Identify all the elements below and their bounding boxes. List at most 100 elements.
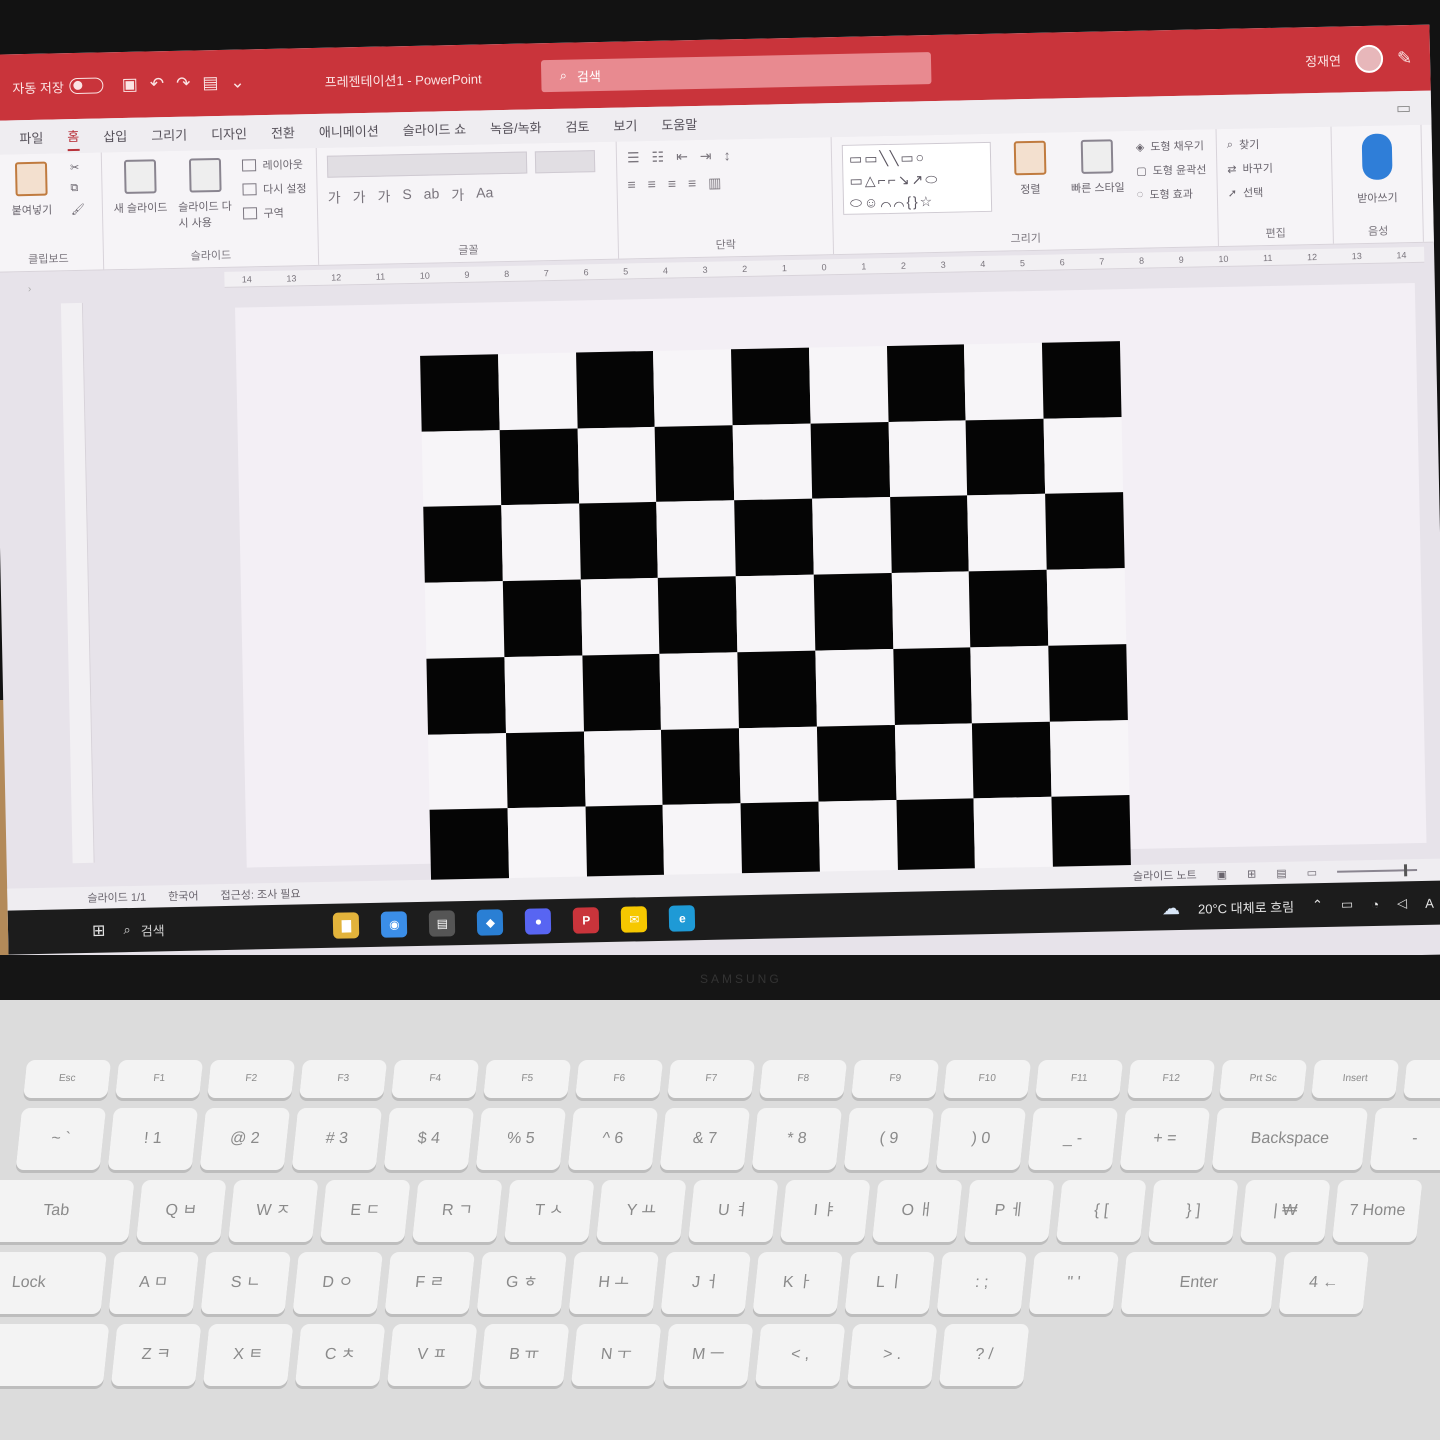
key[interactable]: O ㅐ	[872, 1180, 963, 1242]
board-square-dark[interactable]	[972, 721, 1052, 799]
key[interactable]: J ㅓ	[660, 1252, 751, 1314]
slideshow-view-icon[interactable]: ▭	[1307, 866, 1318, 879]
tab-2[interactable]: 삽입	[103, 121, 127, 148]
shape-fill-button[interactable]: ◈ 도형 채우기	[1136, 137, 1206, 154]
board-square-light[interactable]	[812, 497, 892, 575]
board-square-light[interactable]	[428, 732, 508, 811]
board-square-light[interactable]	[735, 574, 816, 653]
slideshow-icon[interactable]: ▤	[202, 73, 218, 93]
key[interactable]: " '	[1028, 1252, 1119, 1314]
key[interactable]: @ 2	[199, 1108, 291, 1170]
key[interactable]: _ -	[1027, 1108, 1119, 1170]
board-square-dark[interactable]	[661, 727, 741, 806]
key[interactable]: ( 9	[843, 1108, 935, 1170]
board-square-light[interactable]	[818, 800, 898, 878]
thumbnail-pane-collapsed[interactable]: ›	[14, 284, 47, 415]
key[interactable]: G ㅎ	[476, 1252, 567, 1314]
key[interactable]: & 7	[659, 1108, 751, 1170]
key[interactable]: Lock	[0, 1252, 107, 1314]
align-center-icon[interactable]: ≡	[648, 176, 657, 193]
board-square-dark[interactable]	[892, 647, 973, 725]
key[interactable]: I ㅑ	[780, 1180, 871, 1242]
find-button[interactable]: ⌕ 찾기	[1227, 136, 1273, 153]
key[interactable]: N ㅜ	[570, 1324, 662, 1386]
volume-icon[interactable]: ◁	[1397, 895, 1407, 911]
board-square-light[interactable]	[656, 500, 736, 579]
key[interactable]: Prt Sc	[1219, 1060, 1308, 1098]
board-square-light[interactable]	[421, 429, 502, 508]
board-square-dark[interactable]	[969, 569, 1049, 648]
key[interactable]: S ㄴ	[200, 1252, 291, 1314]
board-square-light[interactable]	[1050, 719, 1130, 797]
font-tool-6[interactable]: Aa	[476, 184, 494, 204]
board-square-dark[interactable]	[423, 505, 503, 583]
key[interactable]: H ㅗ	[568, 1252, 659, 1314]
board-square-light[interactable]	[424, 581, 505, 659]
board-square-light[interactable]	[732, 423, 813, 501]
board-square-dark[interactable]	[886, 344, 966, 422]
shape-outline-button[interactable]: ▢ 도형 윤곽선	[1136, 161, 1206, 178]
board-square-dark[interactable]	[1042, 341, 1122, 419]
board-square-light[interactable]	[1043, 416, 1124, 495]
board-square-dark[interactable]	[1051, 795, 1132, 873]
checkerboard[interactable]	[420, 341, 1132, 886]
board-square-dark[interactable]	[581, 653, 662, 732]
key[interactable]: F12	[1127, 1060, 1216, 1098]
font-tool-2[interactable]: 가	[377, 186, 390, 206]
key[interactable]: ) 0	[935, 1108, 1027, 1170]
comments-icon[interactable]: ▭	[1396, 98, 1412, 118]
save-icon[interactable]: ▣	[122, 75, 138, 95]
board-square-dark[interactable]	[654, 424, 735, 503]
key[interactable]: -	[1369, 1108, 1440, 1170]
customize-qat-icon[interactable]: ⌄	[230, 72, 245, 92]
file-explorer-icon[interactable]: ▇	[333, 912, 360, 939]
align-left-icon[interactable]: ≡	[627, 176, 636, 193]
key[interactable]: E ㄷ	[320, 1180, 411, 1242]
key[interactable]: F4	[391, 1060, 480, 1098]
copy-icon[interactable]: ⧉	[70, 182, 84, 195]
microphone-icon[interactable]	[1361, 133, 1393, 181]
board-square-dark[interactable]	[813, 573, 893, 651]
key[interactable]: | ₩	[1240, 1180, 1331, 1242]
key[interactable]: X ㅌ	[202, 1324, 294, 1386]
key[interactable]: : ;	[936, 1252, 1027, 1314]
key[interactable]: ! 1	[107, 1108, 199, 1170]
key[interactable]: F11	[1035, 1060, 1124, 1098]
replace-button[interactable]: ⇄ 바꾸기	[1227, 160, 1273, 177]
board-square-light[interactable]	[967, 494, 1047, 572]
select-button[interactable]: ➚ 선택	[1228, 184, 1274, 201]
key[interactable]: Insert	[1311, 1060, 1400, 1098]
font-tool-1[interactable]: 가	[352, 187, 365, 207]
key[interactable]: F8	[759, 1060, 848, 1098]
key[interactable]: R ㄱ	[412, 1180, 503, 1242]
board-square-dark[interactable]	[810, 421, 890, 500]
board-square-dark[interactable]	[896, 798, 976, 876]
numbering-icon[interactable]: ☷	[651, 149, 664, 166]
line-spacing-icon[interactable]: ↕	[723, 147, 730, 164]
slide-sorter-icon[interactable]: ⊞	[1247, 867, 1256, 880]
avatar[interactable]	[1354, 44, 1384, 74]
board-square-dark[interactable]	[505, 731, 586, 809]
board-square-light[interactable]	[501, 503, 581, 582]
key[interactable]: Enter	[1120, 1252, 1277, 1314]
board-square-light[interactable]	[973, 796, 1054, 875]
board-square-light[interactable]	[653, 349, 733, 427]
font-tool-0[interactable]: 가	[328, 187, 341, 207]
board-square-dark[interactable]	[965, 418, 1046, 496]
undo-icon[interactable]: ↶	[150, 74, 165, 94]
redo-icon[interactable]: ↷	[176, 74, 191, 94]
board-square-light[interactable]	[504, 655, 584, 733]
key[interactable]: 7 Home	[1332, 1180, 1423, 1242]
weather-text[interactable]: 20°C 대체로 흐림	[1198, 896, 1294, 917]
align-right-icon[interactable]: ≡	[668, 175, 677, 192]
board-square-dark[interactable]	[502, 579, 582, 657]
board-square-light[interactable]	[580, 578, 660, 656]
board-square-light[interactable]	[659, 652, 740, 730]
board-square-light[interactable]	[583, 729, 663, 807]
search-box[interactable]: ⌕ 검색	[541, 52, 932, 93]
board-square-dark[interactable]	[426, 656, 506, 735]
key[interactable]: F6	[575, 1060, 664, 1098]
key[interactable]: F5	[483, 1060, 572, 1098]
tab-10[interactable]: 보기	[613, 111, 637, 138]
key[interactable]: F3	[299, 1060, 388, 1098]
